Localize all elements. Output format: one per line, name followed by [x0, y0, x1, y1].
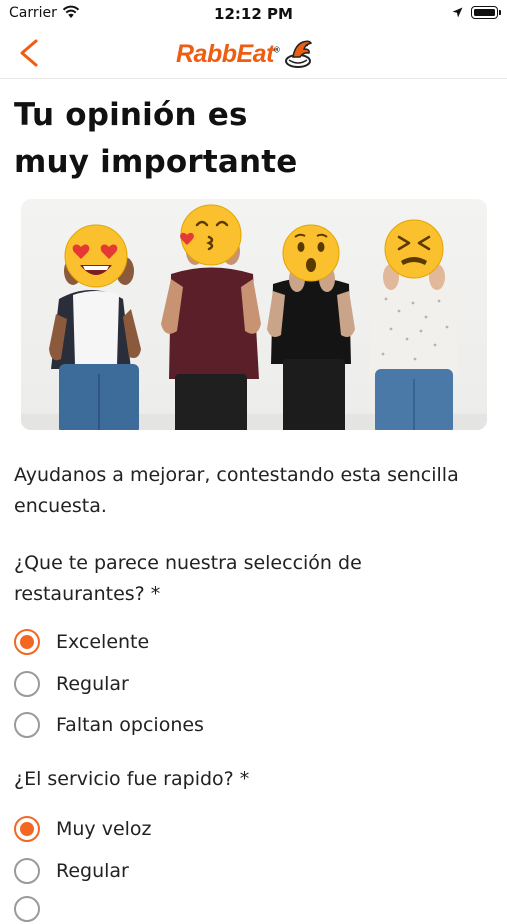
radio-option-muy-veloz[interactable]: Muy veloz: [14, 814, 152, 844]
radio-button[interactable]: [14, 712, 40, 738]
people-with-emoji-faces-illustration: [21, 204, 487, 430]
option-label: Regular: [56, 673, 129, 695]
radio-button-selected[interactable]: [14, 629, 40, 655]
logo-text: RabbEat®: [176, 39, 280, 68]
rabbeat-logo-icon: [285, 40, 313, 68]
option-label: Regular: [56, 860, 129, 882]
back-chevron-icon[interactable]: [14, 38, 42, 68]
survey-intro-text: Ayudanos a mejorar, contestando esta sen…: [14, 464, 459, 517]
person-frustrated: [369, 219, 459, 430]
option-label: Excelente: [56, 631, 150, 653]
location-icon: [452, 7, 463, 18]
person-kiss: [161, 204, 261, 430]
status-time: 12:12 PM: [214, 5, 293, 23]
person-heart-eyes: [49, 224, 141, 430]
page-title-line-1: Tu opinión es: [14, 97, 248, 133]
person-surprised: [267, 224, 355, 430]
navigation-bar: RabbEat®: [0, 28, 507, 79]
status-bar: Carrier 12:12 PM: [0, 0, 507, 28]
option-label: Muy veloz: [56, 818, 152, 840]
radio-option-excelente[interactable]: Excelente: [14, 627, 149, 657]
question-2-text: ¿El servicio fue rapido? *: [14, 768, 250, 790]
survey-hero-image: [21, 199, 487, 430]
page-title: Tu opinión es muy importante: [14, 92, 484, 186]
radio-option-regular-2[interactable]: Regular: [14, 856, 129, 886]
radio-button-selected[interactable]: [14, 816, 40, 842]
radio-option-regular[interactable]: Regular: [14, 669, 129, 699]
radio-button[interactable]: [14, 858, 40, 884]
radio-button[interactable]: [14, 671, 40, 697]
app-logo: RabbEat®: [176, 37, 315, 71]
page-title-line-2: muy importante: [14, 144, 298, 180]
radio-option-partial[interactable]: [14, 894, 40, 924]
radio-option-faltan-opciones[interactable]: Faltan opciones: [14, 710, 204, 740]
question-1-text: ¿Que te parece nuestra selección de rest…: [14, 552, 362, 605]
battery-icon: [471, 6, 501, 19]
option-label: Faltan opciones: [56, 714, 204, 736]
